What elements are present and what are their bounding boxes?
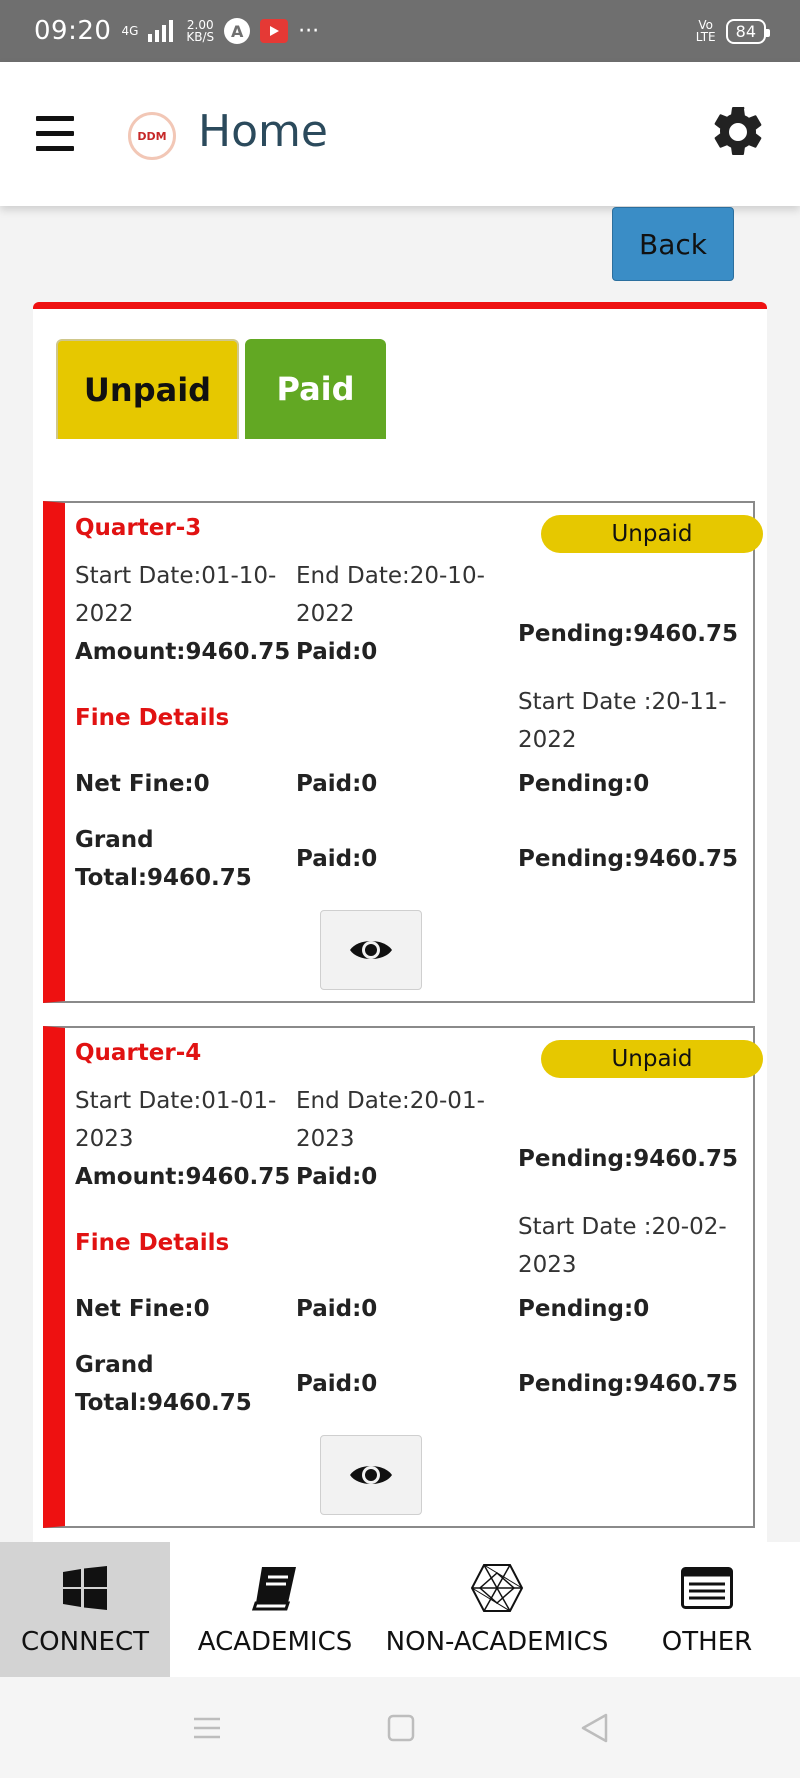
nav-non-academics[interactable]: NON-ACADEMICS bbox=[380, 1542, 614, 1677]
status-badge: Unpaid bbox=[541, 515, 763, 553]
status-bar: 09:20 4G 2.00 KB/S A ··· Vo LTE 84 bbox=[0, 0, 800, 62]
school-logo: DDM bbox=[128, 112, 176, 160]
pending: Pending:9460.75 bbox=[518, 621, 738, 647]
amount: Amount:9460.75 bbox=[75, 639, 291, 665]
fine-start-date: Start Date :20-02- 2023 bbox=[518, 1208, 727, 1284]
pending: Pending:9460.75 bbox=[518, 1146, 738, 1172]
volte-bottom: LTE bbox=[695, 30, 716, 44]
eye-icon bbox=[350, 1466, 392, 1484]
back-icon[interactable] bbox=[580, 1713, 608, 1743]
nav-other-label: OTHER bbox=[661, 1626, 753, 1657]
start-date: Start Date:01-01- 2023 bbox=[75, 1082, 276, 1158]
app-bar: DDM Home bbox=[0, 62, 800, 206]
fine-start-line2: 2022 bbox=[518, 727, 577, 753]
windows-icon bbox=[63, 1565, 107, 1610]
start-date-line1: Start Date:01-10- bbox=[75, 563, 277, 589]
card-title: Quarter-4 bbox=[75, 1040, 202, 1066]
status-left: 09:20 4G 2.00 KB/S A ··· bbox=[34, 16, 319, 46]
fine-start-line2: 2023 bbox=[518, 1252, 577, 1278]
nav-non-academics-label: NON-ACADEMICS bbox=[385, 1626, 609, 1657]
fine-details-title: Fine Details bbox=[75, 1230, 230, 1256]
fine-pending: Pending:0 bbox=[518, 1296, 650, 1322]
amount: Amount:9460.75 bbox=[75, 1164, 291, 1190]
status-badge: Unpaid bbox=[541, 1040, 763, 1078]
fine-paid: Paid:0 bbox=[296, 1296, 378, 1322]
grand-total-line2: Total:9460.75 bbox=[75, 1390, 252, 1416]
signal-icon bbox=[148, 20, 174, 42]
end-date-line1: End Date:20-10- bbox=[296, 563, 485, 589]
grand-paid: Paid:0 bbox=[296, 846, 378, 872]
eye-icon bbox=[350, 941, 392, 959]
grand-total: Grand Total:9460.75 bbox=[75, 821, 252, 897]
grand-pending: Pending:9460.75 bbox=[518, 1371, 738, 1397]
battery-icon: 84 bbox=[725, 18, 771, 44]
fine-start-line1: Start Date :20-02- bbox=[518, 1214, 727, 1240]
fee-card: Quarter-4 Unpaid Start Date:01-01- 2023 … bbox=[43, 1026, 763, 1528]
end-date-line2: 2023 bbox=[296, 1126, 355, 1152]
fees-panel: Unpaid Paid Quarter-3 Unpaid Start Date:… bbox=[33, 302, 767, 1542]
view-details-button[interactable] bbox=[320, 1435, 422, 1515]
paid: Paid:0 bbox=[296, 639, 378, 665]
end-date: End Date:20-01- 2023 bbox=[296, 1082, 485, 1158]
data-speed-unit: KB/S bbox=[186, 30, 215, 44]
start-date-line2: 2022 bbox=[75, 601, 134, 627]
end-date-line1: End Date:20-01- bbox=[296, 1088, 485, 1114]
net-fine: Net Fine:0 bbox=[75, 1296, 210, 1322]
system-navigation-bar bbox=[0, 1677, 800, 1778]
view-details-button[interactable] bbox=[320, 910, 422, 990]
grand-total-line2: Total:9460.75 bbox=[75, 865, 252, 891]
tab-unpaid[interactable]: Unpaid bbox=[56, 339, 239, 439]
grand-pending: Pending:9460.75 bbox=[518, 846, 738, 872]
end-date: End Date:20-10- 2022 bbox=[296, 557, 485, 633]
end-date-line2: 2022 bbox=[296, 601, 355, 627]
start-date: Start Date:01-10- 2022 bbox=[75, 557, 276, 633]
bottom-navigation: CONNECT ACADEMICS NON-ACADEMICS OTHER bbox=[0, 1542, 800, 1677]
tab-paid[interactable]: Paid bbox=[245, 339, 386, 439]
page-title: Home bbox=[198, 106, 328, 157]
status-right: Vo LTE 84 bbox=[696, 18, 771, 44]
fine-start-line1: Start Date :20-11- bbox=[518, 689, 727, 715]
grand-total-line1: Grand bbox=[75, 1352, 154, 1378]
video-app-icon bbox=[260, 19, 289, 43]
net-fine: Net Fine:0 bbox=[75, 771, 210, 797]
recent-apps-icon[interactable] bbox=[192, 1715, 222, 1741]
paid: Paid:0 bbox=[296, 1164, 378, 1190]
book-icon bbox=[251, 1566, 296, 1610]
nav-academics-label: ACADEMICS bbox=[197, 1626, 353, 1657]
gear-icon[interactable] bbox=[708, 102, 768, 162]
data-speed: 2.00 KB/S bbox=[186, 19, 214, 43]
menu-icon[interactable] bbox=[36, 116, 74, 152]
grand-total: Grand Total:9460.75 bbox=[75, 1346, 252, 1422]
home-icon[interactable] bbox=[387, 1714, 415, 1742]
back-button[interactable]: Back bbox=[612, 207, 734, 281]
more-notifications: ··· bbox=[298, 18, 320, 44]
nav-other[interactable]: OTHER bbox=[614, 1542, 800, 1677]
nav-connect-label: CONNECT bbox=[21, 1626, 149, 1657]
grand-total-line1: Grand bbox=[75, 827, 154, 853]
fine-start-date: Start Date :20-11- 2022 bbox=[518, 683, 727, 759]
fee-card: Quarter-3 Unpaid Start Date:01-10- 2022 … bbox=[43, 501, 763, 1003]
card-title: Quarter-3 bbox=[75, 515, 202, 541]
start-date-line2: 2023 bbox=[75, 1126, 134, 1152]
navigation-app-icon: A bbox=[224, 18, 251, 44]
network-type: 4G bbox=[121, 24, 139, 38]
volte-indicator: Vo LTE bbox=[696, 19, 716, 43]
polyhedron-icon bbox=[470, 1563, 524, 1612]
nav-academics[interactable]: ACADEMICS bbox=[170, 1542, 380, 1677]
fine-pending: Pending:0 bbox=[518, 771, 650, 797]
nav-connect[interactable]: CONNECT bbox=[0, 1542, 170, 1677]
fine-details-title: Fine Details bbox=[75, 705, 230, 731]
grand-paid: Paid:0 bbox=[296, 1371, 378, 1397]
fine-paid: Paid:0 bbox=[296, 771, 378, 797]
list-icon bbox=[681, 1566, 733, 1609]
start-date-line1: Start Date:01-01- bbox=[75, 1088, 277, 1114]
status-time: 09:20 bbox=[34, 16, 112, 46]
network-indicator: 4G bbox=[121, 25, 138, 37]
